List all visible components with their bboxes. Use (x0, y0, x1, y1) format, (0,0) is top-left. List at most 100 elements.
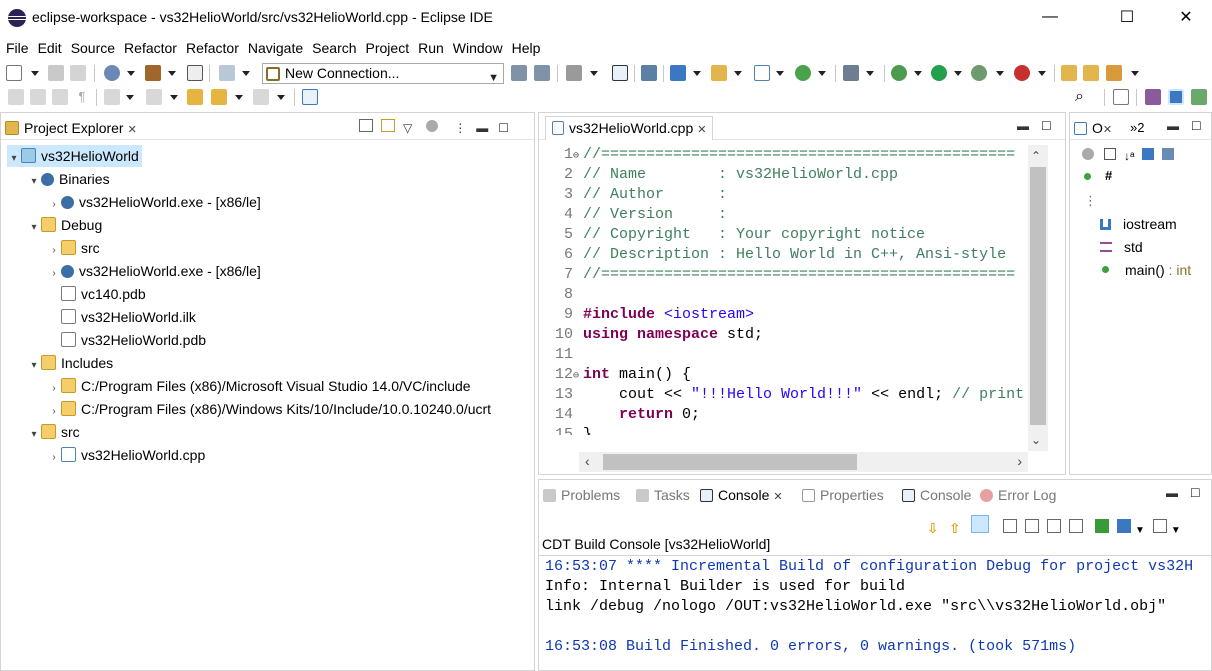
link-editor-icon[interactable] (381, 119, 395, 132)
code-line[interactable]: 6 // Description : Hello World in C++, An… (549, 245, 1006, 265)
filter-icon[interactable]: ▽ (403, 121, 412, 135)
save-all-icon[interactable] (70, 65, 86, 81)
pin-console-icon[interactable] (1095, 519, 1109, 533)
new-source-icon[interactable] (795, 65, 811, 81)
forward-dropdown-icon[interactable] (277, 95, 285, 100)
hide-fields-icon[interactable] (1142, 148, 1155, 160)
next-annotation-dropdown-icon[interactable] (126, 95, 134, 100)
chevron-down-icon[interactable]: ▾ (27, 355, 41, 377)
tree-item[interactable]: › vs32HelioWorld.exe - [x86/le] (47, 260, 261, 282)
view-menu-icon[interactable]: ⋮ (454, 121, 466, 135)
tab-tasks[interactable]: Tasks (636, 484, 690, 506)
maximize-view-icon[interactable]: ☐ (1041, 119, 1052, 133)
close-icon[interactable]: ✕ (773, 491, 782, 503)
outline-item[interactable]: std (1100, 236, 1143, 258)
debug-icon[interactable] (891, 65, 907, 81)
skip-breakpoints-icon[interactable] (641, 65, 657, 81)
display-console-dropdown-icon[interactable]: ▼ (1135, 525, 1145, 536)
coverage-icon[interactable] (971, 65, 987, 81)
pin-editor-icon[interactable] (302, 89, 318, 105)
fold-icon[interactable]: ⊖ (573, 147, 583, 167)
tree-item[interactable]: ▾ src (27, 421, 80, 443)
tree-item[interactable]: ▾ Includes (27, 352, 113, 374)
tab-overflow[interactable]: »2 (1130, 117, 1144, 139)
code-line[interactable]: 11 (549, 345, 583, 365)
minimize-button[interactable]: — (1027, 0, 1073, 34)
open-perspective-icon[interactable] (1113, 89, 1129, 105)
new-folder-dropdown-icon[interactable] (734, 71, 742, 76)
sort-icon[interactable]: ↓ᵃ (1124, 149, 1134, 163)
copy-icon[interactable] (1003, 519, 1017, 533)
menu-refactor-2[interactable]: Refactor (186, 38, 239, 59)
menu-project[interactable]: Project (366, 38, 410, 59)
build-dropdown-icon[interactable] (168, 71, 176, 76)
tab-error-log[interactable]: Error Log (980, 484, 1056, 506)
menu-file[interactable]: File (6, 38, 29, 59)
tab-project-explorer[interactable]: Project Explorer ✕ (5, 117, 137, 139)
chevron-down-icon[interactable]: ▾ (7, 148, 21, 170)
chevron-right-icon[interactable]: › (47, 194, 61, 216)
menu-refactor[interactable]: Refactor (124, 38, 177, 59)
new-source-dropdown-icon[interactable] (818, 71, 826, 76)
menu-search[interactable]: Search (312, 38, 356, 59)
chevron-right-icon[interactable]: › (47, 401, 61, 423)
tree-item[interactable]: › vs32HelioWorld.exe - [x86/le] (47, 191, 261, 213)
close-button[interactable]: ✕ (1163, 0, 1209, 34)
open-type-icon[interactable] (843, 65, 859, 81)
maximize-view-icon[interactable]: ☐ (498, 121, 509, 135)
tree-item[interactable]: › C:/Program Files (x86)/Microsoft Visual… (47, 375, 471, 397)
fold-icon[interactable]: ⊖ (573, 367, 583, 387)
tree-item[interactable]: vs32HelioWorld.pdb (47, 329, 206, 351)
chevron-right-icon[interactable]: › (47, 240, 61, 262)
close-icon[interactable]: ✕ (697, 124, 706, 136)
tools-icon[interactable] (1106, 65, 1122, 81)
minimize-view-icon[interactable]: ▬ (1167, 119, 1179, 133)
chevron-down-icon[interactable]: ▾ (27, 217, 41, 239)
show-whitespace-icon[interactable]: ¶ (74, 89, 90, 105)
tree-item[interactable]: vc140.pdb (47, 283, 146, 305)
new-dropdown-icon[interactable] (31, 71, 39, 76)
code-line[interactable]: 8 (549, 285, 583, 305)
code-line[interactable]: 1⊖//====================================… (549, 145, 1015, 165)
new-cpp-project-icon[interactable] (670, 65, 686, 81)
tree-item[interactable]: vs32HelioWorld.ilk (47, 306, 196, 328)
collapse-all-icon[interactable] (359, 119, 373, 132)
menu-source[interactable]: Source (71, 38, 115, 59)
next-annotation-icon[interactable] (104, 89, 120, 105)
code-line[interactable]: 2 // Name : vs32HelioWorld.cpp (549, 165, 898, 185)
menu-run[interactable]: Run (418, 38, 444, 59)
code-line[interactable]: 10 using namespace std; (549, 325, 763, 345)
menu-help[interactable]: Help (512, 38, 541, 59)
hash-icon[interactable]: # (1105, 168, 1112, 183)
outline-item[interactable]: main() : int (1100, 259, 1191, 281)
debug-perspective-icon[interactable] (1145, 89, 1161, 105)
code-line[interactable]: 7 //=====================================… (549, 265, 1015, 285)
cpp-perspective-icon[interactable] (1168, 89, 1184, 105)
tab-problems[interactable]: Problems (543, 484, 620, 506)
build-icon[interactable] (145, 65, 161, 81)
public-icon[interactable] (1084, 173, 1091, 180)
tools-dropdown-icon[interactable] (1131, 71, 1139, 76)
scroll-left-icon[interactable]: ‹ (585, 453, 590, 469)
minimize-view-icon[interactable]: ▬ (1166, 486, 1178, 500)
maximize-button[interactable]: ☐ (1104, 0, 1150, 34)
console-output[interactable]: 16:53:07 **** Incremental Build of confi… (545, 557, 1210, 657)
sync-dropdown-icon[interactable] (242, 71, 250, 76)
search-icon[interactable]: ⌕ (1075, 89, 1091, 105)
edit-icon[interactable] (8, 89, 24, 105)
new-project-dropdown-icon[interactable] (693, 71, 701, 76)
launch-config-icon[interactable] (566, 65, 582, 81)
back-icon[interactable] (211, 89, 227, 105)
paste-icon[interactable] (1025, 519, 1039, 533)
close-icon[interactable]: ✕ (1103, 124, 1112, 136)
horizontal-scrollbar[interactable]: ‹ › (579, 452, 1028, 472)
focus-icon[interactable] (1082, 148, 1094, 160)
connect-icon[interactable] (511, 65, 527, 81)
forward-icon[interactable] (253, 89, 269, 105)
tab-console-2[interactable]: Console (902, 484, 971, 506)
binary-icon[interactable] (187, 65, 203, 81)
configurations-dropdown-icon[interactable] (127, 71, 135, 76)
run-icon[interactable] (931, 65, 947, 81)
open-console-dropdown-icon[interactable]: ▼ (1171, 525, 1181, 536)
new-icon[interactable] (6, 65, 22, 81)
